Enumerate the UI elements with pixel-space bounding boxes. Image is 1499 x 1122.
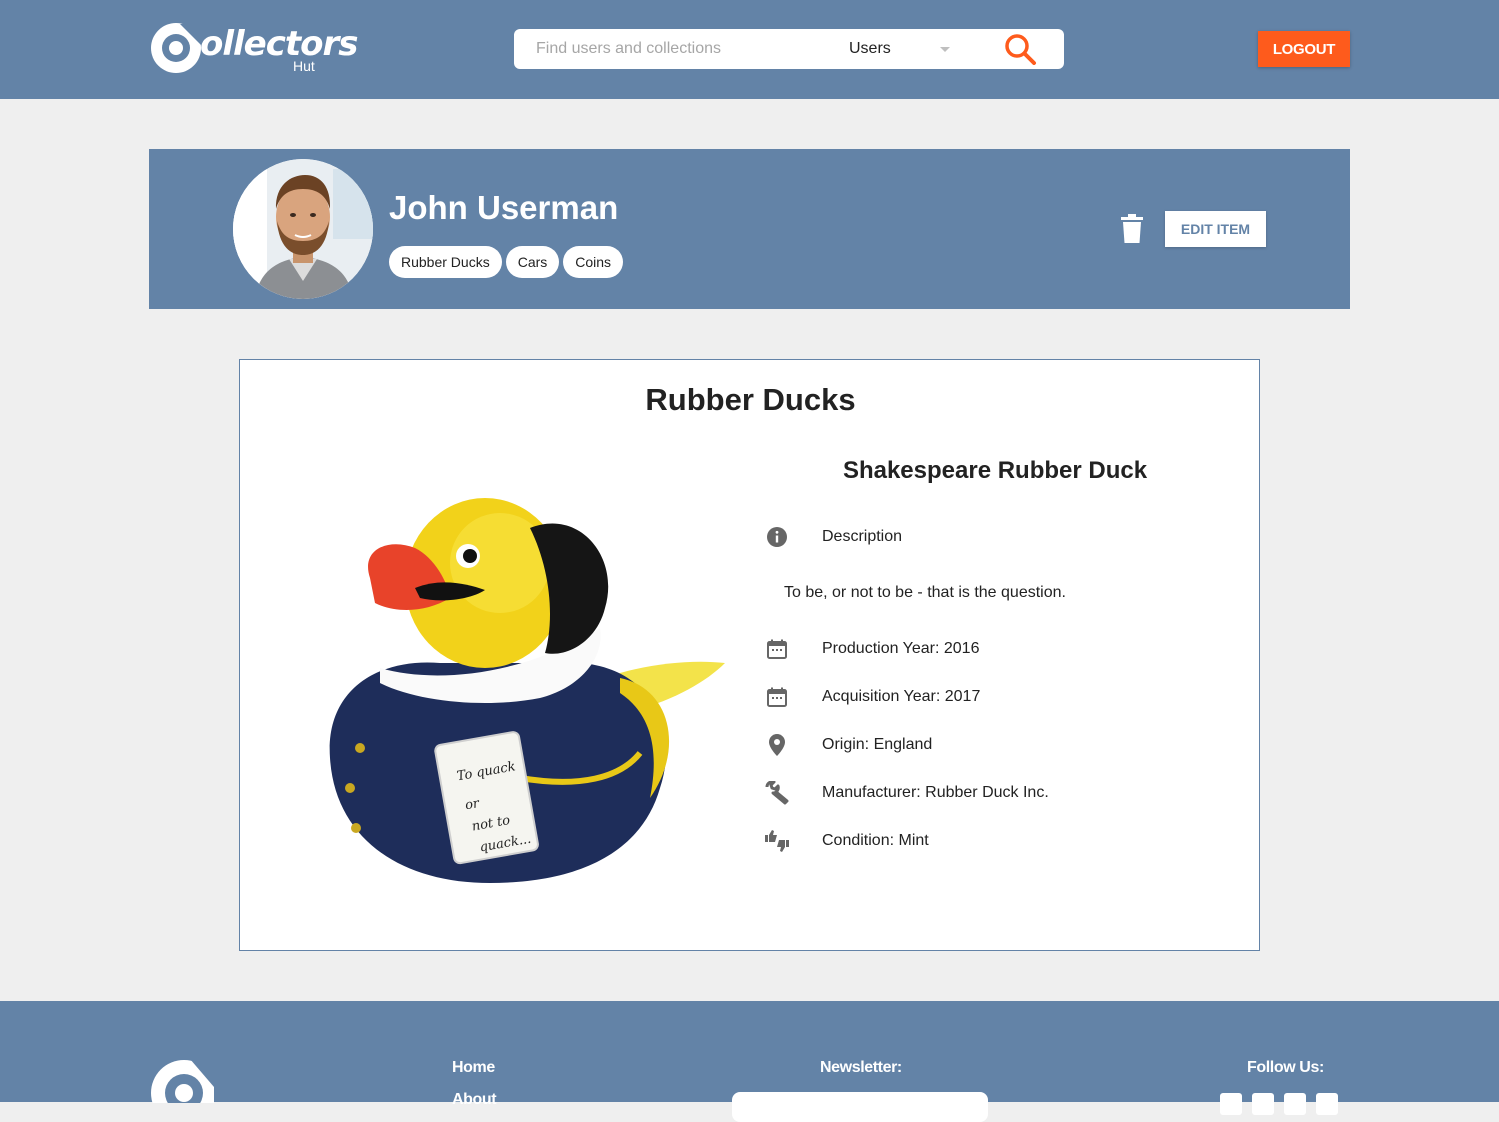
- search-scope-value: Users: [849, 40, 891, 57]
- wrench-icon: [762, 781, 792, 805]
- manufacturer: Manufacturer: Rubber Duck Inc.: [822, 784, 1049, 801]
- search-scope-select[interactable]: Users: [849, 29, 959, 69]
- page-footer: Home About Newsletter: Follow Us:: [0, 1001, 1499, 1122]
- avatar-portrait: [233, 159, 373, 299]
- calendar-icon: [762, 637, 792, 661]
- item-photo: To quack or not to quack...: [329, 498, 725, 883]
- search-icon[interactable]: [1004, 33, 1038, 65]
- newsletter-label: Newsletter:: [820, 1059, 902, 1076]
- search-input[interactable]: [536, 29, 836, 69]
- collectors-hut-logo[interactable]: ollectors Hut: [150, 20, 358, 76]
- description-label: Description: [822, 528, 903, 545]
- footer-logo-icon[interactable]: [150, 1059, 214, 1103]
- acquisition-year: Acquisition Year: 2017: [822, 688, 981, 705]
- twitter-icon[interactable]: [1252, 1093, 1274, 1115]
- chevron-down-icon: [940, 47, 950, 52]
- description-text: To be, or not to be - that is the questi…: [784, 584, 1066, 601]
- footer-link-home[interactable]: Home: [452, 1059, 495, 1077]
- tag-cars[interactable]: Cars: [505, 246, 560, 278]
- follow-us-label: Follow Us:: [1247, 1059, 1324, 1076]
- logo-wordmark: ollectors: [200, 24, 358, 64]
- collection-title: Rubber Ducks: [645, 382, 856, 417]
- description-row: Description: [762, 525, 902, 549]
- logo-mark-icon: [151, 23, 202, 73]
- facebook-icon[interactable]: [1220, 1093, 1242, 1115]
- acquisition-year-row: Acquisition Year: 2017: [762, 685, 980, 709]
- thumbs-up-down-icon: [762, 829, 792, 853]
- logo-subtitle: Hut: [293, 58, 315, 74]
- edit-item-button[interactable]: EDIT ITEM: [1165, 211, 1266, 247]
- origin: Origin: England: [822, 736, 933, 753]
- collection-tags: Rubber Ducks Cars Coins: [389, 246, 624, 278]
- user-name: John Userman: [389, 189, 619, 226]
- manufacturer-row: Manufacturer: Rubber Duck Inc.: [762, 781, 1049, 805]
- location-pin-icon: [762, 733, 792, 757]
- avatar[interactable]: [233, 159, 373, 299]
- item-card: Rubber Ducks To quack or not to quack...: [239, 359, 1260, 951]
- linkedin-icon[interactable]: [1316, 1093, 1338, 1115]
- footer-link-about[interactable]: About: [452, 1091, 497, 1109]
- newsletter-email-field[interactable]: [732, 1092, 988, 1122]
- production-year: Production Year: 2016: [822, 640, 980, 657]
- instagram-icon[interactable]: [1284, 1093, 1306, 1115]
- top-header: ollectors Hut Users LOGOUT: [0, 0, 1499, 99]
- tag-rubber-ducks[interactable]: Rubber Ducks: [389, 246, 502, 278]
- profile-banner: John Userman Rubber Ducks Cars Coins EDI…: [149, 149, 1350, 309]
- info-icon: [762, 525, 792, 549]
- condition: Condition: Mint: [822, 832, 929, 849]
- production-year-row: Production Year: 2016: [762, 637, 979, 661]
- origin-row: Origin: England: [762, 733, 932, 757]
- logout-button[interactable]: LOGOUT: [1258, 31, 1350, 67]
- search-bar: Users: [514, 29, 1064, 69]
- condition-row: Condition: Mint: [762, 829, 929, 853]
- calendar-icon: [762, 685, 792, 709]
- trash-icon[interactable]: [1119, 212, 1145, 244]
- item-title: Shakespeare Rubber Duck: [842, 457, 1148, 484]
- tag-coins[interactable]: Coins: [563, 246, 624, 278]
